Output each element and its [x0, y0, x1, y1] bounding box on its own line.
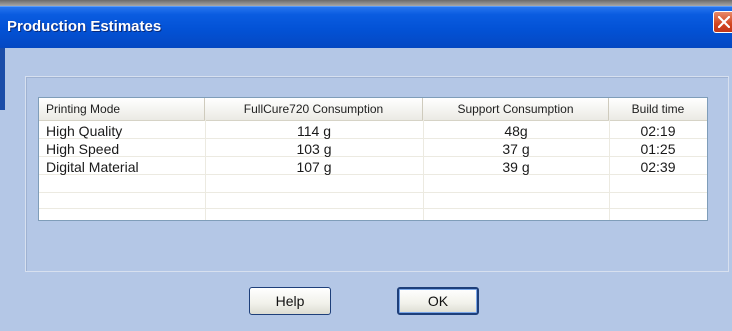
fullcure-cell: 114 g	[297, 123, 331, 139]
window-edge-accent	[0, 48, 5, 110]
ok-button[interactable]: OK	[397, 287, 479, 315]
fullcure-cell: 103 g	[296, 141, 332, 157]
mode-cell: Digital Material	[46, 159, 139, 175]
estimates-table: Printing Mode FullCure720 Consumption Su…	[38, 97, 708, 221]
title-bar[interactable]: Production Estimates	[0, 6, 732, 48]
build-time-cell: 02:39	[640, 159, 676, 175]
table-header: Printing Mode FullCure720 Consumption Su…	[39, 98, 707, 121]
support-cell: 37 g	[502, 141, 530, 157]
column-header-support-consumption[interactable]: Support Consumption	[423, 98, 609, 120]
fullcure-cell: 107 g	[296, 159, 332, 175]
row-divider	[39, 208, 707, 209]
mode-cell: High Quality	[46, 123, 123, 139]
close-button[interactable]	[713, 11, 732, 33]
window-title: Production Estimates	[7, 18, 162, 35]
build-time-cell: 01:25	[640, 141, 676, 157]
help-button[interactable]: Help	[249, 287, 331, 315]
close-icon	[718, 16, 730, 28]
column-header-build-time[interactable]: Build time	[609, 98, 707, 120]
row-divider	[39, 192, 707, 193]
column-header-printing-mode[interactable]: Printing Mode	[39, 98, 205, 120]
column-header-fullcure-consumption[interactable]: FullCure720 Consumption	[205, 98, 423, 120]
production-estimates-dialog: Production Estimates Printing Mode FullC…	[0, 6, 732, 331]
build-time-cell: 02:19	[640, 123, 676, 139]
support-cell: 39 g	[502, 159, 530, 175]
support-cell: 48g	[504, 123, 528, 139]
mode-cell: High Speed	[46, 141, 120, 157]
